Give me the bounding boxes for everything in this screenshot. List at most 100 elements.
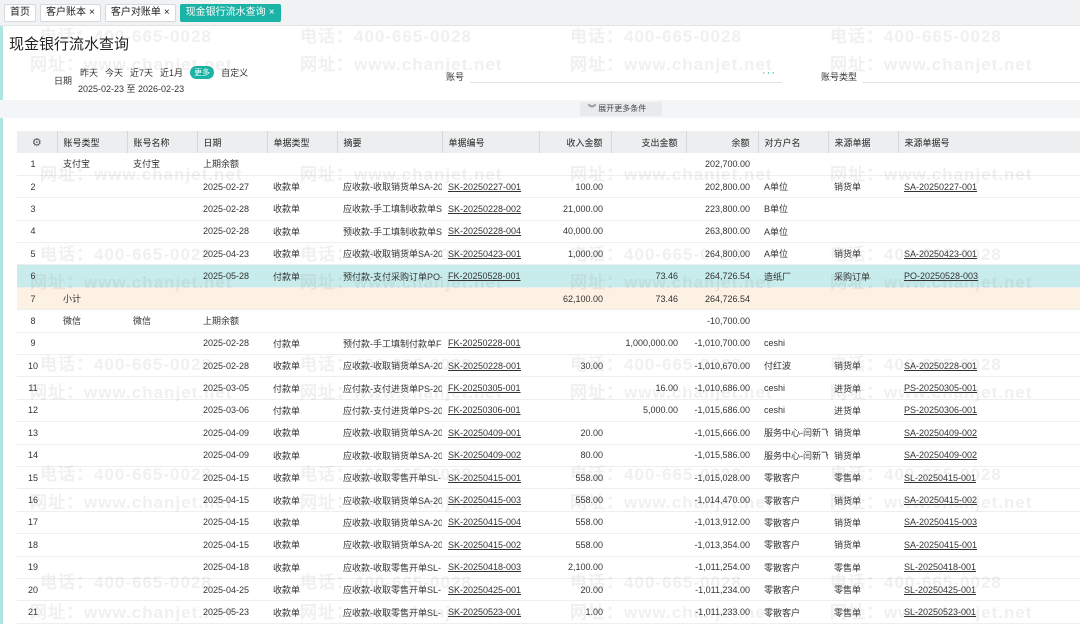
cell-doc-no[interactable]: SK-20250425-001: [442, 578, 539, 602]
table-row[interactable]: 4 2025-02-28 收款单 预收款-手工填制收款单S SK-20250228-00…: [17, 220, 1080, 244]
table-row[interactable]: 15 2025-04-15 收款单 应收款-收取零售开单SL- SK-20250415-…: [17, 466, 1080, 490]
table-row[interactable]: 16 2025-04-15 收款单 应收款-收取销货单SA-20 SK-20250415…: [17, 488, 1080, 512]
cell-source-no[interactable]: SA-20250409-002: [898, 421, 1080, 445]
account-input[interactable]: ···: [470, 65, 782, 83]
cell-source-no[interactable]: SA-20250415-003: [898, 511, 1080, 535]
cell-source-no[interactable]: SA-20250228-001: [898, 354, 1080, 378]
cell-doc-no[interactable]: SK-20250423-001: [442, 242, 539, 266]
table-row[interactable]: 9 2025-02-28 付款单 预付款-手工填制付款单F FK-20250228-00…: [17, 332, 1080, 356]
gear-icon[interactable]: ⚙: [32, 137, 42, 149]
cell-no: 21: [17, 600, 57, 624]
table-row[interactable]: 20 2025-04-25 收款单 应收款-收取零售开单SL- SK-20250425-…: [17, 578, 1080, 602]
cell-doc-no[interactable]: FK-20250228-001: [442, 332, 539, 356]
table-row[interactable]: 21 2025-05-23 收款单 应收款-收取零售开单SL- SK-20250523-…: [17, 600, 1080, 624]
cell-doc-no[interactable]: SK-20250228-001: [442, 354, 539, 378]
cell-doc-no[interactable]: SK-20250228-004: [442, 220, 539, 244]
cell-expense: [611, 197, 686, 221]
cell-doc-no[interactable]: SK-20250523-001: [442, 600, 539, 624]
column-header[interactable]: 单据编号: [442, 131, 540, 153]
date-today-button[interactable]: 今天: [105, 66, 123, 79]
cell-summary: 应收款-收取零售开单SL-: [337, 578, 442, 602]
table-row[interactable]: 2 2025-02-27 收款单 应收款-收取销货单SA-20 SK-20250227-…: [17, 175, 1080, 199]
tab-customer-ledger[interactable]: 客户账本 ×: [40, 3, 101, 22]
table-row[interactable]: 17 2025-04-15 收款单 应收款-收取销货单SA-20 SK-20250415…: [17, 511, 1080, 535]
column-header[interactable]: 单据类型: [267, 131, 338, 153]
date-7days-button[interactable]: 近7天: [130, 66, 153, 79]
column-header[interactable]: 来源单据号: [898, 131, 1080, 153]
table-row[interactable]: 19 2025-04-18 收款单 应收款-收取零售开单SL- SK-20250418-…: [17, 556, 1080, 579]
close-icon[interactable]: ×: [269, 7, 275, 18]
cell-doc-type: 收款单: [267, 220, 337, 244]
cell-doc-no[interactable]: FK-20250306-001: [442, 399, 539, 423]
close-icon[interactable]: ×: [164, 7, 170, 18]
table-row[interactable]: 5 2025-04-23 收款单 应收款-收取销货单SA-20 SK-20250423-…: [17, 242, 1080, 266]
cell-source-no[interactable]: SA-20250409-002: [898, 444, 1080, 467]
table-row[interactable]: 18 2025-04-15 收款单 应收款-收取销货单SA-20 SK-20250415…: [17, 533, 1080, 557]
cell-source-no[interactable]: SL-20250415-001: [898, 466, 1080, 490]
expand-conditions-button[interactable]: ︾ 展开更多条件: [580, 102, 663, 116]
cell-party: 造纸厂: [758, 264, 828, 288]
date-1month-button[interactable]: 近1月: [160, 66, 183, 79]
cell-doc-type: 收款单: [267, 488, 337, 512]
cell-doc-no[interactable]: SK-20250415-003: [442, 488, 539, 512]
cell-doc-no[interactable]: SK-20250227-001: [442, 175, 539, 199]
cell-balance: -1,015,666.00: [686, 421, 758, 445]
table-row[interactable]: 12 2025-03-06 付款单 应付款-支付进货单PS-20 FK-20250306…: [17, 399, 1080, 423]
cell-account-type: [57, 444, 127, 467]
cell-doc-no[interactable]: SK-20250415-004: [442, 511, 539, 535]
column-header[interactable]: 支出金额: [611, 131, 687, 153]
table-row[interactable]: 6 2025-05-28 付款单 预付款-支付采购订单PO- FK-20250528-0…: [17, 264, 1080, 288]
column-header[interactable]: 摘要: [337, 131, 443, 153]
table-row[interactable]: 1 支付宝 支付宝 上期余额 202,700.00: [17, 153, 1080, 176]
cell-income: [539, 153, 611, 176]
cell-source-no[interactable]: PS-20250305-001: [898, 376, 1080, 400]
column-settings[interactable]: ⚙: [17, 131, 58, 153]
tab-customer-statement[interactable]: 客户对账单 ×: [104, 3, 176, 22]
cell-no: 8: [17, 309, 57, 333]
cell-source-no[interactable]: SL-20250523-001: [898, 600, 1080, 624]
cell-doc-no[interactable]: FK-20250528-001: [442, 264, 539, 288]
cell-date: 2025-02-28: [197, 354, 267, 378]
cell-source-no[interactable]: SL-20250425-001: [898, 578, 1080, 602]
cell-source: 销货单: [828, 511, 898, 535]
cell-doc-no[interactable]: FK-20250305-001: [442, 376, 539, 400]
column-header[interactable]: 对方户名: [758, 131, 829, 153]
cell-doc-no[interactable]: SK-20250228-002: [442, 197, 539, 221]
cell-doc-no[interactable]: SK-20250418-003: [442, 556, 539, 579]
cell-source: 进货单: [828, 399, 898, 423]
table-row[interactable]: 8 微信 微信 上期余额 -10,700.00: [17, 309, 1080, 333]
tab-home[interactable]: 首页: [4, 3, 36, 22]
close-icon[interactable]: ×: [89, 7, 95, 18]
cell-source-no[interactable]: SL-20250418-001: [898, 556, 1080, 579]
date-more-button[interactable]: 更多: [190, 66, 215, 79]
cell-source-no[interactable]: PO-20250528-003: [898, 264, 1080, 288]
table-row[interactable]: 11 2025-03-05 付款单 应付款-支付进货单PS-20 FK-20250305…: [17, 376, 1080, 400]
table-row[interactable]: 3 2025-02-28 收款单 应收款-手工填制收款单S SK-20250228-00…: [17, 197, 1080, 221]
column-header[interactable]: 收入金额: [539, 131, 612, 153]
column-header[interactable]: 日期: [197, 131, 268, 153]
date-custom-button[interactable]: 自定义: [221, 66, 248, 79]
cell-doc-no[interactable]: SK-20250415-002: [442, 533, 539, 557]
column-header[interactable]: 账号名称: [127, 131, 198, 153]
tab-cash-bank-flow[interactable]: 现金银行流水查询 ×: [179, 3, 281, 22]
column-header[interactable]: 账号类型: [57, 131, 128, 153]
table-row[interactable]: 13 2025-04-09 收款单 应收款-收取销货单SA-20 SK-20250409…: [17, 421, 1080, 445]
cell-no: 15: [17, 466, 57, 490]
date-yesterday-button[interactable]: 昨天: [80, 66, 98, 79]
column-header[interactable]: 余额: [686, 131, 759, 153]
column-header[interactable]: 来源单据: [828, 131, 899, 153]
cell-doc-no[interactable]: SK-20250409-002: [442, 444, 539, 467]
cell-doc-no[interactable]: SK-20250415-001: [442, 466, 539, 490]
cell-source-no[interactable]: PS-20250306-001: [898, 399, 1080, 423]
table-row[interactable]: 10 2025-02-28 收款单 应收款-收取销货单SA-20 SK-20250228…: [17, 354, 1080, 378]
cell-source-no[interactable]: SA-20250423-001: [898, 242, 1080, 266]
table-row[interactable]: 14 2025-04-09 收款单 应收款-收取销货单SA-20 SK-20250409…: [17, 444, 1080, 467]
date-range-value[interactable]: 2025-02-23 至 2026-02-23: [78, 82, 184, 95]
subtotal-row[interactable]: 7 小计 62,100.00 73.46 264,726.54: [17, 287, 1080, 311]
cell-source-no[interactable]: SA-20250227-001: [898, 175, 1080, 199]
cell-source-no[interactable]: SA-20250415-001: [898, 533, 1080, 557]
cell-source-no[interactable]: SA-20250415-002: [898, 488, 1080, 512]
more-icon[interactable]: ···: [762, 67, 776, 79]
account-type-select[interactable]: [862, 65, 1080, 83]
cell-doc-no[interactable]: SK-20250409-001: [442, 421, 539, 445]
